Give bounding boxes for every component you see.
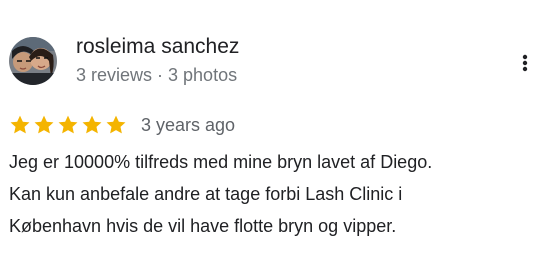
reviewer-name[interactable]: rosleima sanchez: [76, 34, 239, 60]
review-time: 3 years ago: [141, 115, 236, 135]
star-icon: [34, 115, 54, 134]
star-icon: [82, 115, 102, 134]
review-text: Jeg er 10000% tilfreds med mine bryn lav…: [9, 152, 433, 236]
star-rating: [9, 114, 127, 136]
avatar-photo: [9, 37, 57, 85]
reviewer-meta: 3 reviews · 3 photos: [76, 65, 238, 85]
review-card: rosleima sanchez 3 reviews · 3 photos 3 …: [0, 0, 546, 262]
star-icon: [58, 115, 78, 134]
reviewer-avatar[interactable]: [9, 37, 57, 85]
star-icon: [106, 115, 126, 134]
more-vert-icon: [522, 54, 528, 72]
star-icon: [10, 115, 30, 134]
more-options-button[interactable]: [513, 48, 537, 78]
rating-row: 3 years ago: [9, 113, 235, 137]
